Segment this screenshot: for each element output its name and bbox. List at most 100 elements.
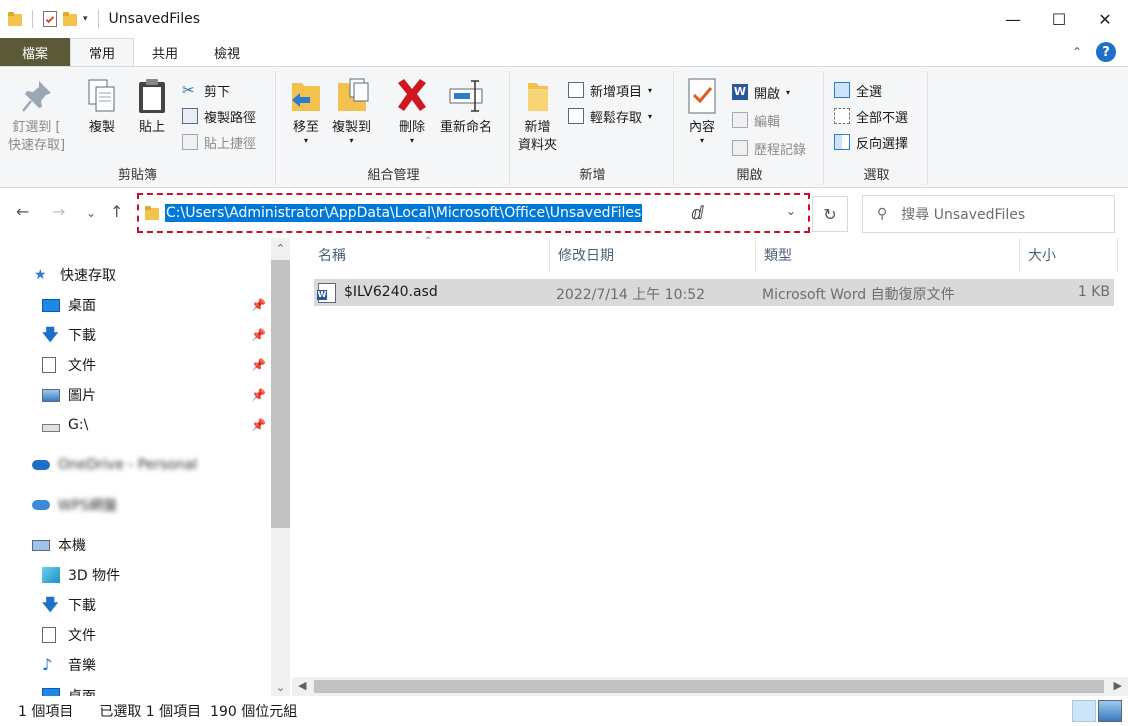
nav-item-downloads-pc[interactable]: 🡇 下載 — [0, 590, 272, 620]
details-view-icon[interactable] — [1072, 700, 1096, 722]
nav-item-downloads[interactable]: 🡇 下載 📌 — [0, 320, 272, 350]
scroll-up-icon[interactable]: ⌃ — [271, 242, 290, 255]
nav-label: 圖片 — [68, 388, 96, 404]
select-all-button[interactable]: 全選 — [834, 79, 882, 101]
tab-share[interactable]: 共用 — [134, 38, 196, 66]
move-to-label: 移至 — [292, 120, 319, 135]
tab-view[interactable]: 檢視 — [196, 38, 258, 66]
move-to-button[interactable]: 移至 ▾ — [288, 77, 324, 145]
star-icon: ★ — [34, 267, 47, 283]
paste-shortcut-button[interactable]: 貼上捷徑 — [182, 131, 256, 153]
help-icon[interactable]: ? — [1096, 42, 1116, 62]
scroll-left-icon[interactable]: ◀ — [298, 679, 306, 692]
large-icons-view-icon[interactable] — [1098, 700, 1122, 722]
copy-path-button[interactable]: 複製路徑 — [182, 105, 256, 127]
address-bar[interactable]: C:\Users\Administrator\AppData\Local\Mic… — [137, 193, 810, 233]
rename-icon — [448, 77, 484, 115]
pin-label-2: 快速存取] — [8, 138, 66, 153]
copy-path-label: 複製路徑 — [204, 110, 257, 126]
copy-button[interactable]: 複製 — [84, 77, 120, 137]
invert-selection-button[interactable]: 反向選擇 — [834, 131, 908, 153]
nav-item-g-drive[interactable]: G:\ 📌 — [0, 410, 272, 440]
ribbon-right-controls: ⌃ ? — [1072, 38, 1128, 66]
easy-access-button[interactable]: 輕鬆存取 ▾ — [568, 105, 652, 127]
pin-icon[interactable]: 📌 — [251, 388, 266, 402]
delete-button[interactable]: 刪除 ▾ — [394, 77, 430, 145]
window-title: UnsavedFiles — [108, 11, 201, 27]
edit-button[interactable]: 編輯 — [732, 109, 780, 131]
nav-label: 文件 — [68, 358, 96, 374]
column-size[interactable]: 大小 — [1020, 238, 1118, 272]
file-type: Microsoft Word 自動復原文件 — [762, 287, 955, 303]
up-button[interactable]: ↑ — [110, 202, 123, 221]
nav-item-desktop-pc[interactable]: 桌面 — [0, 680, 272, 696]
file-row[interactable]: W $ILV6240.asd 2022/7/14 上午 10:52 Micros… — [314, 279, 1114, 306]
nav-pane-scrollbar[interactable]: ⌃ ⌄ — [271, 238, 290, 696]
nav-label: 桌面 — [68, 298, 96, 314]
select-group-label: 選取 — [863, 168, 890, 183]
word-doc-icon: W — [317, 283, 336, 303]
nav-label: 文件 — [68, 628, 96, 644]
search-box[interactable]: ⚲ 搜尋 UnsavedFiles — [862, 195, 1115, 233]
cloud-icon — [32, 500, 50, 510]
properties-button[interactable]: 內容 ▾ — [684, 77, 720, 145]
scroll-down-icon[interactable]: ⌄ — [271, 681, 290, 694]
new-folder-icon[interactable] — [63, 12, 77, 26]
new-item-button[interactable]: 新增項目 ▾ — [568, 79, 652, 101]
tab-file[interactable]: 檔案 — [0, 38, 70, 66]
nav-item-music[interactable]: ♪ 音樂 — [0, 650, 272, 680]
open-button[interactable]: W 開啟 ▾ — [732, 81, 790, 103]
history-button[interactable]: 歷程記錄 — [732, 137, 806, 159]
scrollbar-thumb[interactable] — [314, 680, 1104, 693]
pictures-icon — [42, 388, 60, 402]
address-dropdown-icon[interactable]: ⌄ — [786, 204, 796, 218]
customize-dropdown-icon[interactable]: ▾ — [83, 14, 88, 24]
pin-icon[interactable]: 📌 — [251, 298, 266, 312]
scrollbar-thumb[interactable] — [271, 260, 290, 528]
nav-item-wps-cloud[interactable]: WPS網盤 — [0, 490, 272, 520]
select-none-button[interactable]: 全部不選 — [834, 105, 908, 127]
back-button[interactable]: ← — [16, 202, 29, 221]
new-item-label: 新增項目 — [590, 84, 643, 100]
history-icon — [732, 140, 748, 156]
close-button[interactable]: ✕ — [1082, 0, 1128, 38]
new-folder-button[interactable]: 新增 資料夾 — [518, 77, 557, 155]
pin-icon[interactable]: 📌 — [251, 418, 266, 432]
properties-icon[interactable] — [43, 11, 57, 27]
forward-button[interactable]: → — [52, 202, 65, 221]
scroll-right-icon[interactable]: ▶ — [1114, 679, 1122, 692]
file-list-scrollbar[interactable]: ◀ ▶ — [292, 677, 1128, 696]
view-toggle — [1072, 700, 1122, 722]
column-type[interactable]: 類型 — [756, 238, 1020, 272]
column-date-modified[interactable]: 修改日期 — [550, 238, 756, 272]
properties-label: 內容 — [688, 120, 715, 135]
collapse-ribbon-icon[interactable]: ⌃ — [1072, 45, 1082, 59]
pin-icon[interactable]: 📌 — [251, 328, 266, 342]
recent-locations-button[interactable]: ⌄ — [86, 206, 96, 220]
paste-button[interactable]: 貼上 — [134, 77, 170, 137]
refresh-button[interactable]: ↻ — [812, 196, 848, 232]
rename-button[interactable]: 重新命名 — [440, 77, 492, 137]
cut-button[interactable]: ✂ 剪下 — [182, 79, 230, 101]
nav-item-3d-objects[interactable]: 3D 物件 — [0, 560, 272, 590]
minimize-button[interactable]: — — [990, 0, 1036, 38]
maximize-button[interactable]: ☐ — [1036, 0, 1082, 38]
documents-icon — [42, 357, 56, 373]
nav-item-this-pc[interactable]: 本機 — [0, 530, 272, 560]
column-name[interactable]: 名稱 — [310, 238, 550, 272]
nav-item-quick-access[interactable]: ★ 快速存取 — [0, 260, 272, 290]
nav-item-pictures[interactable]: 圖片 📌 — [0, 380, 272, 410]
nav-item-desktop[interactable]: 桌面 📌 — [0, 290, 272, 320]
nav-item-documents-pc[interactable]: 文件 — [0, 620, 272, 650]
folder-icon — [145, 206, 159, 220]
pin-quick-access-button[interactable]: 釘選到 [ 快速存取] — [8, 77, 65, 155]
pin-icon[interactable]: 📌 — [251, 358, 266, 372]
nav-item-onedrive[interactable]: OneDrive - Personal — [0, 450, 272, 480]
copy-to-button[interactable]: 複製到 ▾ — [332, 77, 371, 145]
nav-item-documents[interactable]: 文件 📌 — [0, 350, 272, 380]
address-path[interactable]: C:\Users\Administrator\AppData\Local\Mic… — [165, 204, 643, 222]
select-all-label: 全選 — [856, 84, 883, 100]
download-icon: 🡇 — [42, 595, 59, 614]
tab-home[interactable]: 常用 — [70, 38, 135, 66]
organize-group: 移至 ▾ 複製到 ▾ 刪除 ▾ 重新命名 組合管理 — [278, 71, 510, 185]
